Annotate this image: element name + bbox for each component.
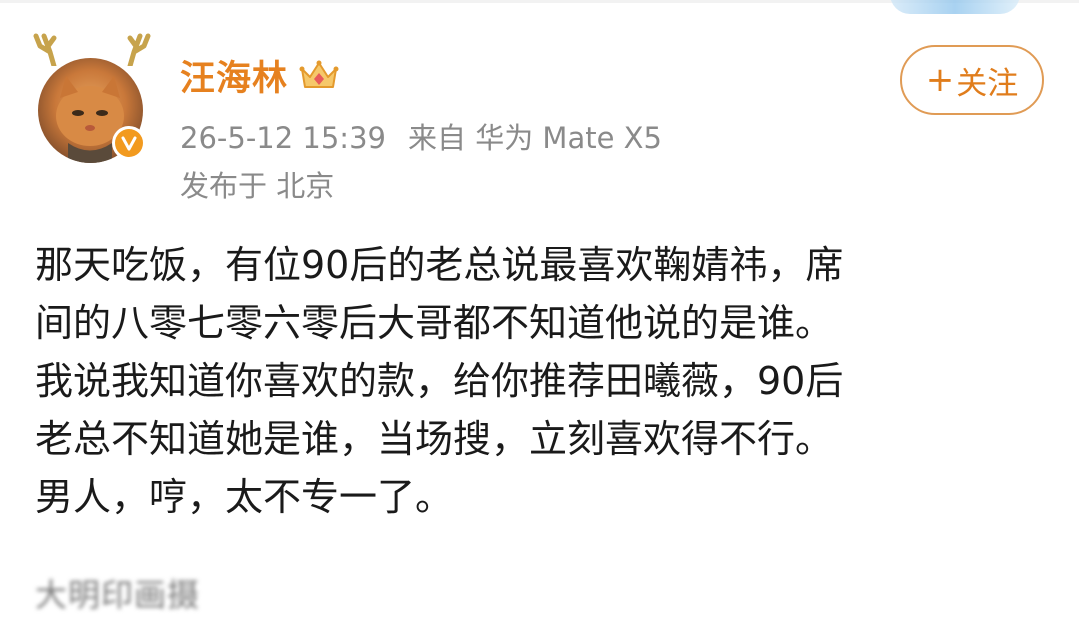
post-content-line: 我说我知道你喜欢的款，给你推荐田曦薇，90后	[35, 359, 844, 403]
post-source: 来自 华为 Mate X5	[407, 121, 662, 155]
author-row: 汪海林	[180, 50, 340, 100]
top-decoration	[890, 0, 1020, 14]
author-name[interactable]: 汪海林	[180, 50, 288, 101]
follow-button[interactable]: + 关注	[900, 45, 1044, 115]
crown-icon[interactable]	[298, 57, 340, 93]
verified-v-icon	[121, 136, 137, 151]
verified-badge	[112, 126, 146, 160]
post-content-line: 男人，哼，太不专一了。	[35, 475, 454, 519]
post-location: 发布于 北京	[180, 169, 335, 203]
plus-icon: +	[925, 60, 955, 100]
post-content-line: 那天吃饭，有位90后的老总说最喜欢鞠婧祎，席	[35, 243, 844, 287]
post-timestamp: 26-5-12 15:39	[180, 121, 386, 155]
blurred-text: 大明印画摄	[35, 576, 201, 614]
post-content-line: 间的八零七零六零后大哥都不知道他说的是谁。	[35, 301, 834, 345]
follow-button-label: 关注	[956, 65, 1019, 102]
post-content-line: 老总不知道她是谁，当场搜，立刻喜欢得不行。	[35, 417, 834, 461]
post-meta: 26-5-12 15:39 来自 华为 Mate X5	[180, 115, 662, 157]
author-avatar-container[interactable]	[30, 30, 155, 165]
antler-left-icon	[33, 33, 57, 66]
post-content: 那天吃饭，有位90后的老总说最喜欢鞠婧祎，席 间的八零七零六零后大哥都不知道他说…	[35, 236, 1045, 526]
antler-right-icon	[127, 33, 151, 66]
